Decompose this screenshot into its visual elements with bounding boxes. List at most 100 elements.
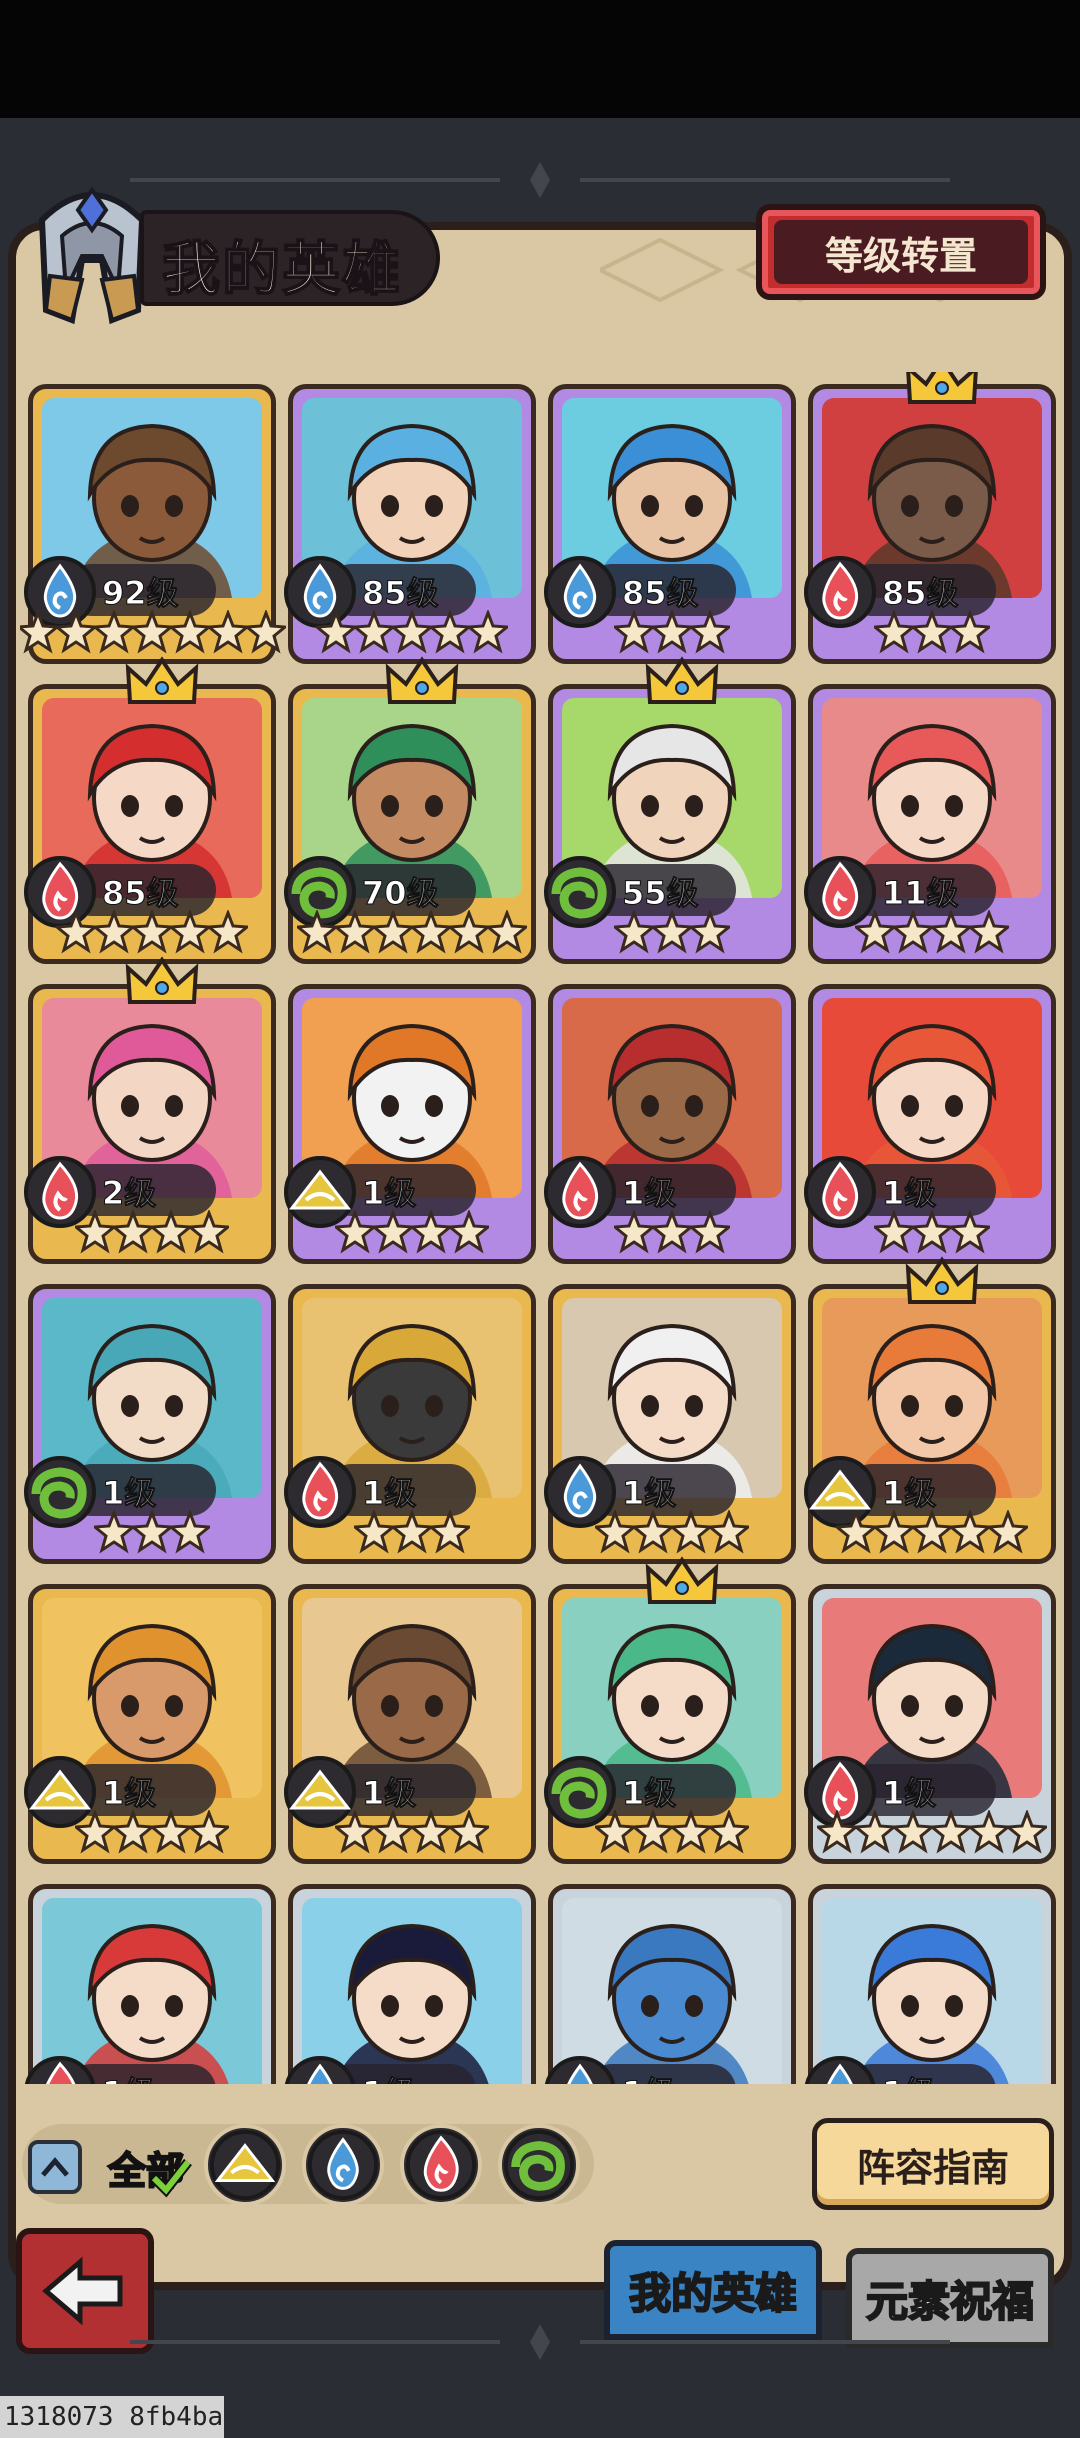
hero-card[interactable]: 1级 xyxy=(544,1284,796,1564)
star-icon xyxy=(167,1508,213,1558)
filter-fire-button[interactable] xyxy=(400,2124,482,2206)
star-icon xyxy=(814,1808,860,1858)
star-icon xyxy=(852,1808,898,1858)
hero-card[interactable]: 11级 xyxy=(804,684,1056,964)
star-icon xyxy=(20,608,61,658)
hero-card[interactable]: 1级 xyxy=(24,1284,276,1564)
star-icon xyxy=(446,1808,492,1858)
level-reset-button[interactable]: 等级转置 xyxy=(756,204,1046,300)
expand-up-button[interactable] xyxy=(28,2140,82,2194)
fire-element-icon xyxy=(405,2129,477,2201)
star-rating xyxy=(28,908,276,958)
star-icon xyxy=(928,908,974,958)
star-icon xyxy=(53,608,99,658)
star-icon xyxy=(947,1508,993,1558)
star-rating xyxy=(548,608,796,658)
hero-level: 1级 xyxy=(101,1774,157,1813)
filter-water-button[interactable] xyxy=(302,2124,384,2206)
hero-level: 92级 xyxy=(102,574,180,613)
hero-level: 1级 xyxy=(881,1474,937,1513)
star-icon xyxy=(928,1808,974,1858)
star-icon xyxy=(408,1808,454,1858)
hero-card[interactable]: 1级 xyxy=(24,1584,276,1864)
star-rating xyxy=(288,1208,536,1258)
crown-icon xyxy=(124,654,200,710)
star-rating xyxy=(288,1808,536,1858)
crown-icon xyxy=(904,372,980,410)
hero-level: 1级 xyxy=(621,1474,677,1513)
crown-icon xyxy=(644,654,720,710)
hero-card[interactable]: 85级 xyxy=(804,372,1056,664)
water-element-icon xyxy=(307,2129,379,2201)
star-icon xyxy=(909,1208,955,1258)
hero-level: 11级 xyxy=(882,874,960,913)
hero-card[interactable]: 70级 xyxy=(284,656,536,964)
hero-card[interactable]: 85级 xyxy=(544,384,796,664)
hero-card[interactable]: 1级 xyxy=(544,1884,796,2084)
water-element-icon xyxy=(282,2054,358,2084)
hero-level: 85级 xyxy=(882,574,960,613)
star-icon xyxy=(129,908,175,958)
star-icon xyxy=(389,1508,435,1558)
hero-card[interactable]: 1级 xyxy=(24,1884,276,2084)
star-icon xyxy=(91,1508,137,1558)
hero-card[interactable]: 1级 xyxy=(804,1884,1056,2084)
star-rating xyxy=(548,908,796,958)
hero-card[interactable]: 1级 xyxy=(284,1584,536,1864)
hero-level: 1级 xyxy=(361,1774,417,1813)
star-icon xyxy=(370,1808,416,1858)
star-icon xyxy=(465,608,511,658)
hero-level: 2级 xyxy=(101,1174,157,1213)
hero-card[interactable]: 2级 xyxy=(24,956,276,1264)
star-rating xyxy=(808,1808,1056,1858)
star-rating xyxy=(288,608,536,658)
star-icon xyxy=(871,608,917,658)
star-icon xyxy=(370,908,416,958)
star-icon xyxy=(148,1208,194,1258)
hero-card[interactable]: 1级 xyxy=(284,984,536,1264)
crown-icon xyxy=(904,1254,980,1310)
star-icon xyxy=(186,1808,232,1858)
star-icon xyxy=(985,1508,1031,1558)
hero-card[interactable]: 1级 xyxy=(284,1284,536,1564)
star-icon xyxy=(890,1808,936,1858)
star-icon xyxy=(446,1208,492,1258)
top-decoration xyxy=(130,162,950,198)
star-icon xyxy=(592,1808,638,1858)
star-icon xyxy=(687,908,733,958)
hero-card[interactable]: 1级 xyxy=(544,984,796,1264)
star-icon xyxy=(611,608,657,658)
star-rating xyxy=(808,1508,1056,1558)
hero-card[interactable]: 1级 xyxy=(804,1584,1056,1864)
star-icon xyxy=(389,608,435,658)
star-icon xyxy=(446,908,492,958)
hero-card[interactable]: 92级 xyxy=(20,384,289,664)
lineup-guide-button[interactable]: 阵容指南 xyxy=(812,2118,1054,2210)
hero-card[interactable]: 1级 xyxy=(544,1556,796,1864)
star-icon xyxy=(167,608,213,658)
hero-grid: 92级 85级 85级 85级 85级 70级 55级 11级 2级 1级 1级 1级 1级 1级 1级 1级… xyxy=(20,372,1060,2084)
hero-card[interactable]: 85级 xyxy=(24,656,276,964)
star-icon xyxy=(630,1508,676,1558)
filter-earth-button[interactable] xyxy=(204,2124,286,2206)
star-icon xyxy=(833,1508,879,1558)
star-icon xyxy=(332,908,378,958)
hero-card[interactable]: 85级 xyxy=(284,384,536,664)
filter-wind-button[interactable] xyxy=(498,2124,580,2206)
star-icon xyxy=(687,1208,733,1258)
star-icon xyxy=(947,1208,993,1258)
star-icon xyxy=(91,908,137,958)
star-icon xyxy=(649,608,695,658)
star-rating xyxy=(808,1208,1056,1258)
hero-card[interactable]: 1级 xyxy=(804,984,1056,1264)
hero-card[interactable]: 1级 xyxy=(284,1884,536,2084)
hero-level: 70级 xyxy=(362,874,440,913)
hero-level: 1级 xyxy=(881,1774,937,1813)
star-icon xyxy=(611,1208,657,1258)
star-icon xyxy=(687,608,733,658)
hero-card[interactable]: 1级 xyxy=(804,1256,1056,1564)
star-icon xyxy=(871,1508,917,1558)
hero-card[interactable]: 55级 xyxy=(544,656,796,964)
star-icon xyxy=(294,908,340,958)
star-icon xyxy=(351,608,397,658)
